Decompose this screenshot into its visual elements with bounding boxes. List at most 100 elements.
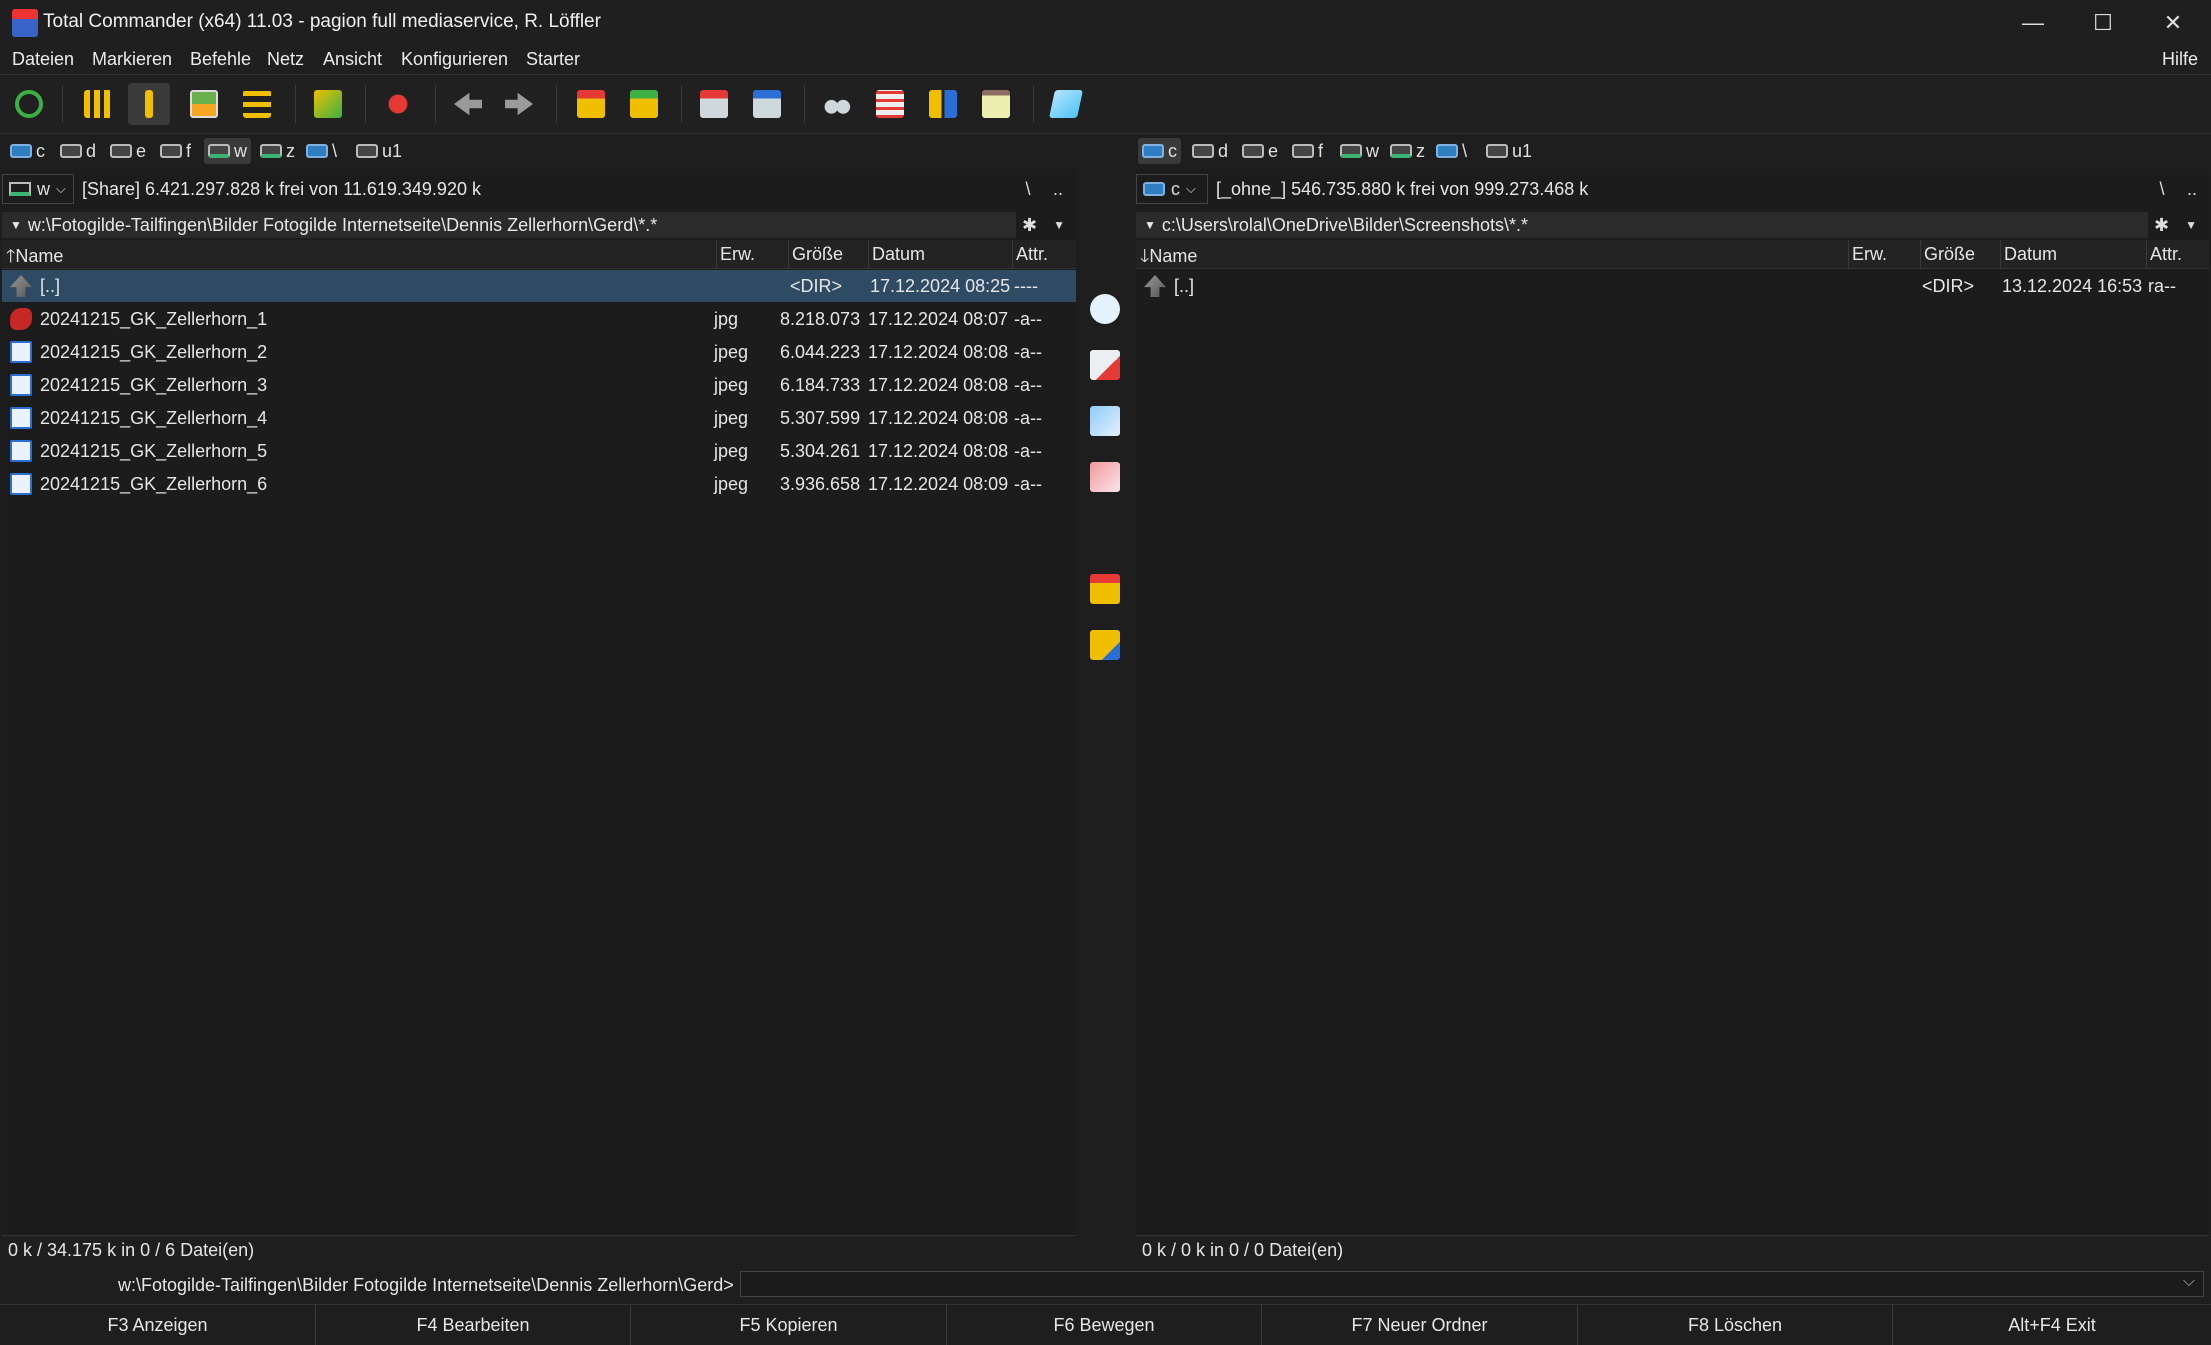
- column-attr[interactable]: Attr.: [2150, 244, 2182, 265]
- refresh-icon[interactable]: [8, 83, 50, 125]
- right-drive-c[interactable]: c: [1138, 138, 1181, 164]
- minimize-button[interactable]: —: [1998, 0, 2068, 46]
- column-attr[interactable]: Attr.: [1016, 244, 1048, 265]
- right-drive-network[interactable]: \: [1432, 138, 1471, 164]
- file-row[interactable]: 20241215_GK_Zellerhorn_1 jpg 8.218.073 1…: [2, 303, 1076, 335]
- file-row[interactable]: 20241215_GK_Zellerhorn_6 jpeg 3.936.658 …: [2, 468, 1076, 500]
- copy-icon[interactable]: [1090, 406, 1120, 436]
- left-drive-w[interactable]: w: [204, 138, 251, 164]
- notepad-icon[interactable]: [1045, 83, 1087, 125]
- forward-icon[interactable]: [498, 83, 540, 125]
- drive-icon: [1486, 144, 1508, 158]
- left-drive-combo[interactable]: w ⌵: [2, 174, 74, 204]
- history-dropdown-icon[interactable]: ▼: [2185, 218, 2197, 232]
- menu-dateien[interactable]: Dateien: [12, 49, 74, 70]
- menu-netz[interactable]: Netz: [267, 49, 304, 70]
- file-row[interactable]: 20241215_GK_Zellerhorn_5 jpeg 5.304.261 …: [2, 435, 1076, 467]
- f7-new-folder-button[interactable]: F7 Neuer Ordner: [1262, 1305, 1578, 1345]
- left-drive-u1[interactable]: u1: [352, 138, 406, 164]
- menu-hilfe[interactable]: Hilfe: [2162, 49, 2198, 70]
- rename-multi-icon[interactable]: [869, 83, 911, 125]
- search-icon[interactable]: [816, 83, 858, 125]
- right-drive-f[interactable]: f: [1288, 138, 1327, 164]
- f3-view-button[interactable]: F3 Anzeigen: [0, 1305, 316, 1345]
- f8-delete-button[interactable]: F8 Löschen: [1578, 1305, 1893, 1345]
- menu-starter[interactable]: Starter: [526, 49, 580, 70]
- chevron-down-icon[interactable]: ⌵: [2183, 1273, 2195, 1291]
- menu-ansicht[interactable]: Ansicht: [323, 49, 382, 70]
- file-row[interactable]: 20241215_GK_Zellerhorn_3 jpeg 6.184.733 …: [2, 369, 1076, 401]
- history-dropdown-icon[interactable]: ▼: [1053, 218, 1065, 232]
- left-drive-d[interactable]: d: [56, 138, 100, 164]
- column-size[interactable]: Größe: [792, 244, 843, 265]
- file-row[interactable]: [..] <DIR> 17.12.2024 08:25 ----: [2, 270, 1076, 302]
- left-drive-f[interactable]: f: [156, 138, 195, 164]
- image-file-icon: [10, 440, 32, 462]
- left-drive-bar: c d e f w z \ u1: [2, 134, 1076, 168]
- compare-dirs-icon[interactable]: [922, 83, 964, 125]
- brief-view-icon[interactable]: [77, 83, 119, 125]
- sync-dirs-icon[interactable]: [307, 83, 349, 125]
- column-date[interactable]: Datum: [872, 244, 925, 265]
- drive-icon: [60, 144, 82, 158]
- file-row[interactable]: [..] <DIR> 13.12.2024 16:53 ra--: [1136, 270, 2209, 302]
- left-drive-c[interactable]: c: [6, 138, 49, 164]
- right-drive-z[interactable]: z: [1386, 138, 1429, 164]
- right-drive-u1[interactable]: u1: [1482, 138, 1536, 164]
- menu-konfigurieren[interactable]: Konfigurieren: [401, 49, 508, 70]
- file-row[interactable]: 20241215_GK_Zellerhorn_4 jpeg 5.307.599 …: [2, 402, 1076, 434]
- f6-move-button[interactable]: F6 Bewegen: [947, 1305, 1262, 1345]
- command-line: w:\Fotogilde-Tailfingen\Bilder Fotogilde…: [0, 1266, 2211, 1302]
- parent-dir-icon: [1144, 275, 1166, 297]
- column-size[interactable]: Größe: [1924, 244, 1975, 265]
- drive-icon: [356, 144, 378, 158]
- move-icon[interactable]: [1090, 462, 1120, 492]
- left-file-panel[interactable]: w ⌵ [Share] 6.421.297.828 k frei von 11.…: [2, 170, 1076, 1264]
- menu-markieren[interactable]: Markieren: [92, 49, 172, 70]
- column-ext[interactable]: Erw.: [1852, 244, 1887, 265]
- thumbnail-view-icon[interactable]: [183, 83, 225, 125]
- tree-view-icon[interactable]: [236, 83, 278, 125]
- command-line-input[interactable]: ⌵: [740, 1271, 2204, 1297]
- right-up-button[interactable]: ..: [2178, 174, 2206, 204]
- right-drive-w[interactable]: w: [1336, 138, 1383, 164]
- unpack-icon[interactable]: [623, 83, 665, 125]
- edit-icon[interactable]: [1090, 350, 1120, 380]
- pack-icon[interactable]: [570, 83, 612, 125]
- menu-befehle[interactable]: Befehle: [190, 49, 251, 70]
- f5-copy-button[interactable]: F5 Kopieren: [631, 1305, 947, 1345]
- f4-edit-button[interactable]: F4 Bearbeiten: [316, 1305, 631, 1345]
- detailed-view-icon[interactable]: [128, 83, 170, 125]
- left-up-button[interactable]: ..: [1044, 174, 1072, 204]
- back-icon[interactable]: [447, 83, 489, 125]
- left-drive-e[interactable]: e: [106, 138, 150, 164]
- right-drive-d[interactable]: d: [1188, 138, 1232, 164]
- close-button[interactable]: ✕: [2138, 0, 2208, 46]
- filter-icon[interactable]: ✱: [1022, 215, 1037, 236]
- invert-selection-icon[interactable]: [377, 83, 419, 125]
- url-connect-icon[interactable]: [746, 83, 788, 125]
- window-title: Total Commander (x64) 11.03 - pagion ful…: [43, 11, 601, 32]
- exit-button[interactable]: Alt+F4 Exit: [1893, 1305, 2211, 1345]
- left-root-button[interactable]: \: [1014, 174, 1042, 204]
- column-ext[interactable]: Erw.: [720, 244, 755, 265]
- left-drive-network[interactable]: \: [302, 138, 341, 164]
- right-drive-e[interactable]: e: [1238, 138, 1282, 164]
- column-date[interactable]: Datum: [2004, 244, 2057, 265]
- maximize-button[interactable]: ☐: [2068, 0, 2138, 46]
- new-folder-icon[interactable]: [1090, 630, 1120, 660]
- right-root-button[interactable]: \: [2148, 174, 2176, 204]
- filter-icon[interactable]: ✱: [2154, 215, 2169, 236]
- clipboard-icon[interactable]: [975, 83, 1017, 125]
- left-drive-z[interactable]: z: [256, 138, 299, 164]
- drive-icon: [1143, 182, 1165, 196]
- file-row[interactable]: 20241215_GK_Zellerhorn_2 jpeg 6.044.223 …: [2, 336, 1076, 368]
- right-file-panel[interactable]: c ⌵ [_ohne_] 546.735.880 k frei von 999.…: [1136, 170, 2209, 1264]
- right-drive-bar: c d e f w z \ u1: [1136, 134, 2210, 168]
- right-current-path[interactable]: ▼ c:\Users\rolal\OneDrive\Bilder\Screens…: [1136, 212, 2148, 238]
- left-current-path[interactable]: ▼ w:\Fotogilde-Tailfingen\Bilder Fotogil…: [2, 212, 1016, 238]
- right-drive-combo[interactable]: c ⌵: [1136, 174, 1208, 204]
- view-icon[interactable]: [1090, 294, 1120, 324]
- pack-icon[interactable]: [1090, 574, 1120, 604]
- ftp-connect-icon[interactable]: [693, 83, 735, 125]
